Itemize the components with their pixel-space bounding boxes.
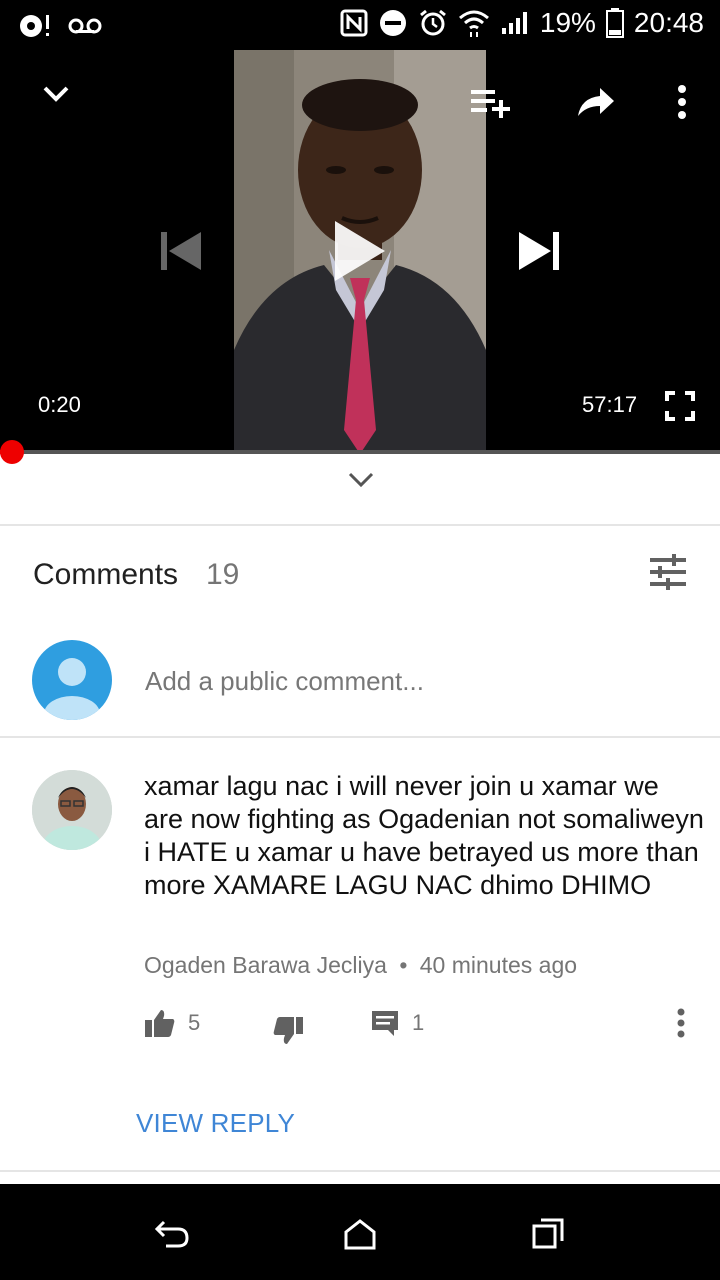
- expand-description-row[interactable]: [0, 454, 720, 526]
- dislike-button[interactable]: [272, 1016, 304, 1046]
- play-icon[interactable]: [326, 216, 392, 286]
- comment-item: xamar lagu nac i will never join u xamar…: [0, 740, 720, 1172]
- alarm-icon: [418, 7, 448, 39]
- reply-count: 1: [412, 1010, 425, 1035]
- system-nav-bar: [0, 1184, 720, 1280]
- view-reply-link[interactable]: VIEW REPLY: [136, 1108, 295, 1139]
- status-bar: 19% 20:48: [0, 0, 720, 50]
- add-to-playlist-icon[interactable]: [466, 82, 516, 122]
- comments-count: 19: [206, 558, 240, 591]
- current-time: 0:20: [38, 392, 81, 417]
- comment-more-icon[interactable]: [676, 1008, 686, 1038]
- comment-actions: 5 1: [144, 1008, 704, 1048]
- comments-title: Comments: [33, 558, 179, 591]
- clock: 20:48: [633, 7, 704, 38]
- recents-icon[interactable]: [524, 1212, 572, 1256]
- thumbs-up-icon: [145, 1010, 175, 1037]
- like-button[interactable]: 5: [144, 1008, 200, 1038]
- signal-icon: [500, 7, 530, 39]
- nfc-icon: [340, 7, 368, 39]
- video-player[interactable]: 0:20 57:17: [0, 50, 720, 454]
- comments-header: Comments 19: [0, 528, 720, 628]
- thumbs-down-icon: [273, 1017, 303, 1044]
- notification-icon: [18, 10, 52, 42]
- wifi-icon: [458, 7, 490, 39]
- sort-comments-icon[interactable]: [648, 552, 696, 600]
- voicemail-icon: [68, 10, 102, 42]
- user-avatar-icon: [32, 640, 112, 720]
- next-icon[interactable]: [514, 226, 564, 276]
- do-not-disturb-icon: [378, 7, 408, 39]
- more-icon[interactable]: [664, 80, 700, 124]
- comment-time: 40 minutes ago: [419, 952, 578, 978]
- like-count: 5: [188, 1010, 201, 1035]
- comment-meta: Ogaden Barawa Jecliya • 40 minutes ago: [144, 952, 577, 979]
- commenter-avatar[interactable]: [32, 770, 112, 850]
- reply-button[interactable]: 1: [370, 1008, 424, 1038]
- screen: 19% 20:48 0:20 57:17 Comments 19 Add a p…: [0, 0, 720, 1280]
- comment-author[interactable]: Ogaden Barawa Jecliya: [144, 952, 387, 978]
- fullscreen-icon[interactable]: [660, 386, 700, 426]
- back-icon[interactable]: [148, 1212, 196, 1256]
- reply-comment-icon: [372, 1011, 398, 1036]
- battery-percent: 19%: [539, 7, 596, 38]
- battery-icon: [605, 7, 624, 39]
- home-icon[interactable]: [336, 1212, 384, 1256]
- previous-icon[interactable]: [156, 226, 206, 276]
- collapse-icon[interactable]: [36, 74, 76, 114]
- share-icon[interactable]: [574, 82, 618, 122]
- add-comment-input[interactable]: Add a public comment...: [145, 666, 424, 697]
- meta-separator: •: [399, 952, 408, 978]
- chevron-down-icon[interactable]: [348, 472, 374, 488]
- comment-text: xamar lagu nac i will never join u xamar…: [144, 771, 704, 900]
- add-comment-row[interactable]: Add a public comment...: [0, 628, 720, 738]
- duration: 57:17: [582, 392, 638, 417]
